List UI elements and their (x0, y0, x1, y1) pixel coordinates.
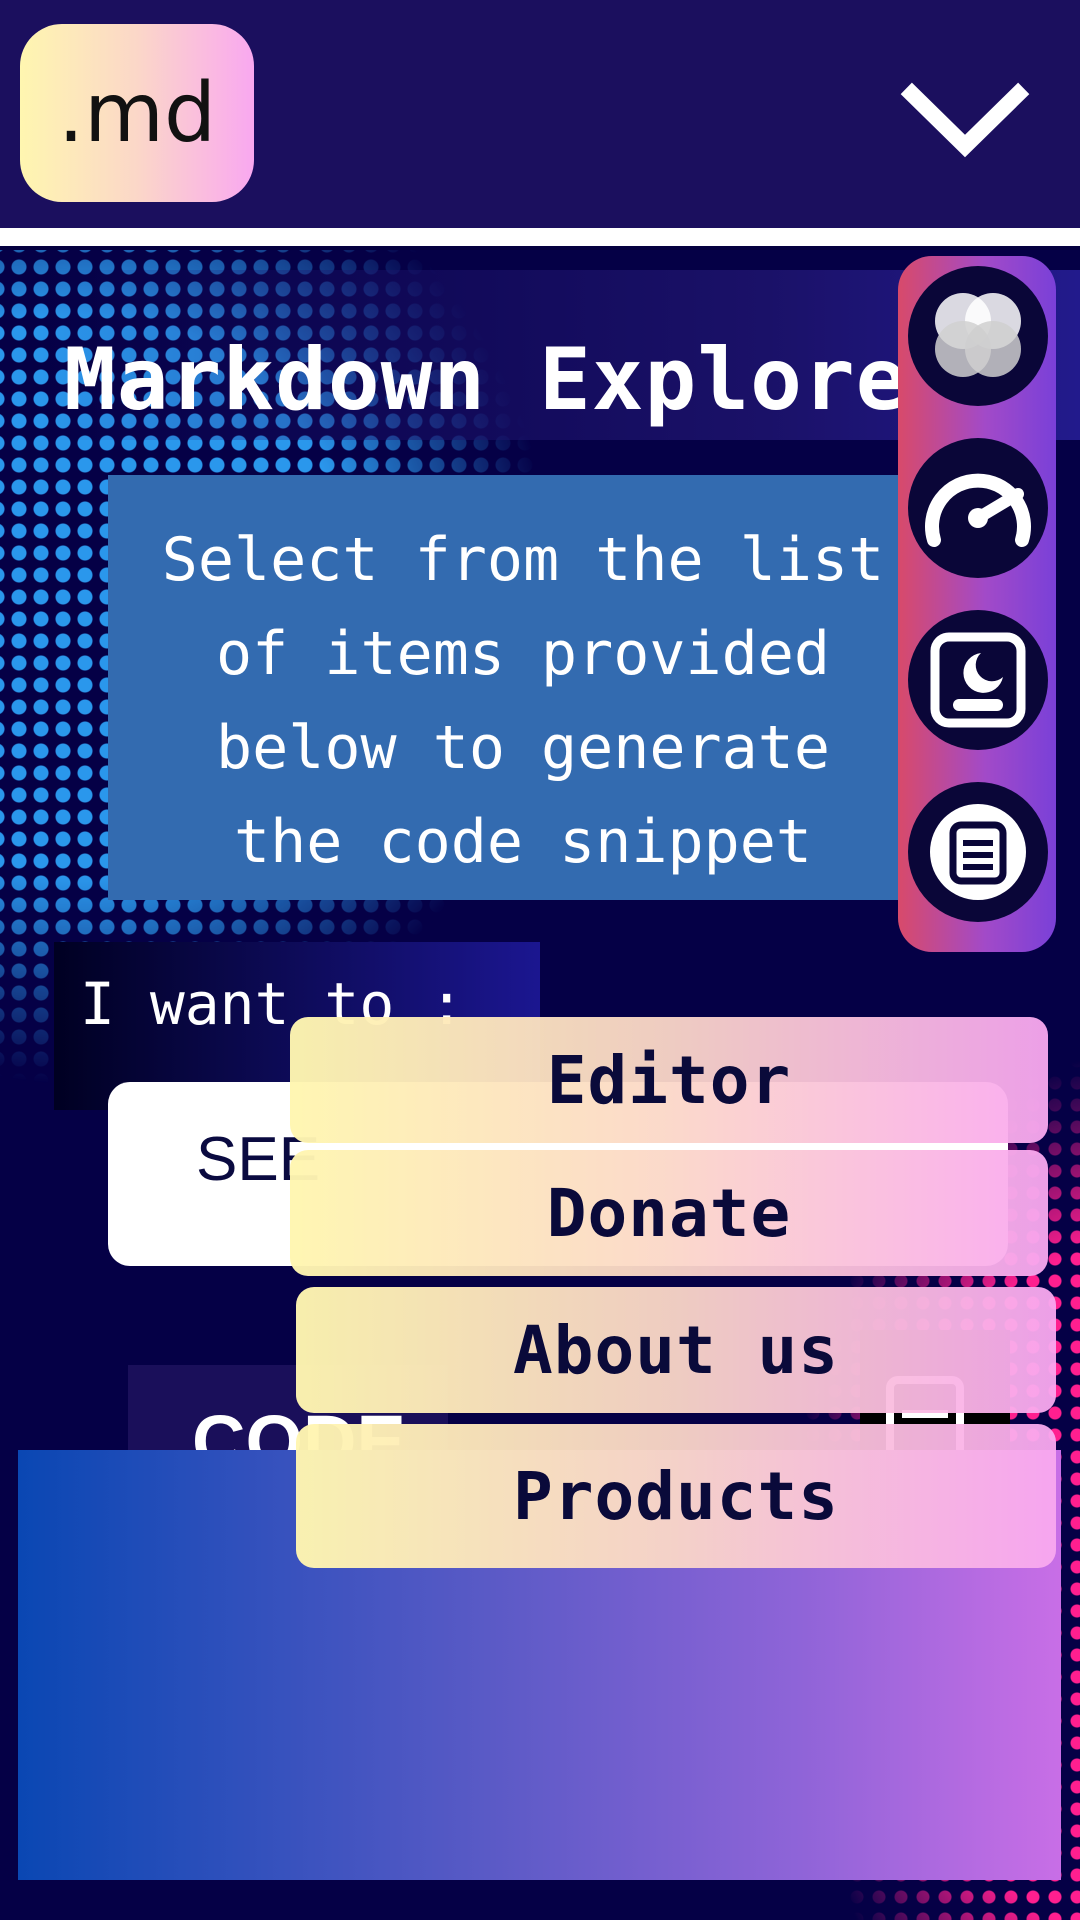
speedometer-icon (925, 473, 1031, 547)
speed-button[interactable] (908, 438, 1048, 578)
quick-actions-panel (898, 256, 1056, 952)
menu-item-donate[interactable]: Donate (290, 1150, 1048, 1276)
color-circles-icon (935, 293, 1021, 377)
menu-item-about-us[interactable]: About us (296, 1287, 1056, 1413)
menu-item-products[interactable]: Products (296, 1424, 1056, 1568)
menu-item-editor[interactable]: Editor (290, 1017, 1048, 1143)
dark-mode-toggle-icon (930, 632, 1026, 728)
header-divider (0, 228, 1080, 246)
document-icon (930, 804, 1026, 900)
intro-text: Select from the list of items provided b… (161, 525, 885, 877)
document-button[interactable] (908, 782, 1048, 922)
logo[interactable]: .md (20, 24, 254, 202)
chevron-down-icon[interactable] (900, 82, 1030, 162)
app-header: .md (0, 0, 1080, 228)
theme-button[interactable] (908, 266, 1048, 406)
intro-card: Select from the list of items provided b… (108, 475, 958, 900)
dark-mode-button[interactable] (908, 610, 1048, 750)
page-title: Markdown Explorer (64, 330, 962, 430)
